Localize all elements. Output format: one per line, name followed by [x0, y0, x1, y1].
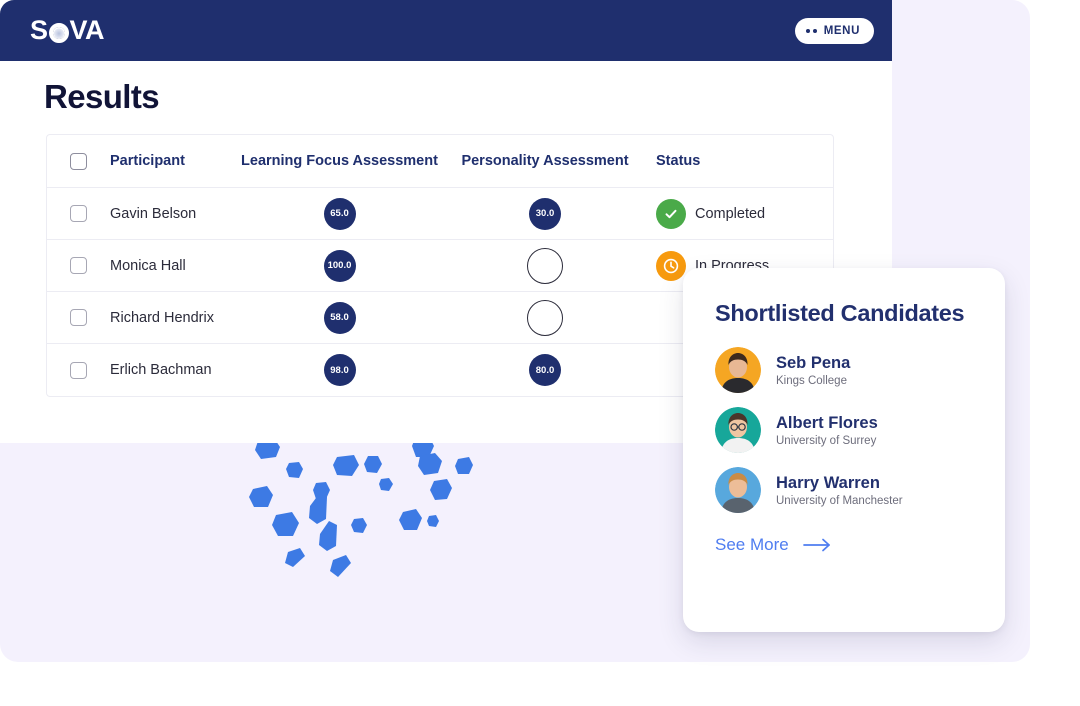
column-header-learning-focus: Learning Focus Assessment	[241, 153, 438, 169]
personality-score-badge: 30.0	[529, 197, 561, 230]
status-label: Completed	[695, 205, 766, 222]
logo-ring-icon	[48, 22, 69, 43]
status-completed-icon	[656, 198, 686, 229]
logo-text-after: VA	[69, 15, 105, 45]
row-select-checkbox[interactable]	[70, 361, 87, 379]
column-header-status: Status	[656, 153, 701, 169]
top-navigation-bar: S VA MENU	[0, 0, 892, 61]
shortlisted-candidates-card: Shortlisted Candidates Seb Pena Kings Col…	[683, 268, 1005, 632]
menu-button[interactable]: MENU	[794, 17, 874, 44]
select-all-cell	[47, 152, 110, 170]
learning-focus-score-badge: 65.0	[323, 197, 356, 230]
avatar	[715, 347, 761, 393]
row-select-checkbox[interactable]	[70, 257, 87, 274]
arrow-right-icon	[802, 538, 830, 552]
participant-name: Richard Hendrix	[110, 309, 214, 326]
candidate-name: Seb Pena	[776, 354, 851, 373]
logo-text-before: S	[30, 15, 48, 45]
candidate-organisation: University of Surrey	[776, 434, 877, 447]
candidate-organisation: University of Manchester	[776, 494, 903, 507]
candidate-name: Harry Warren	[776, 474, 880, 493]
sova-logo: S VA	[30, 15, 105, 46]
select-all-checkbox[interactable]	[70, 152, 87, 170]
column-header-participant: Participant	[110, 153, 185, 169]
table-header-row: Participant Learning Focus Assessment Pe…	[47, 135, 833, 188]
avatar	[715, 407, 761, 453]
app-screenshot: S VA MENU Results Participant Learning Fo…	[0, 0, 1080, 706]
personality-score-empty	[527, 299, 563, 336]
menu-button-label: MENU	[823, 24, 860, 37]
list-item[interactable]: Seb Pena Kings College	[715, 347, 973, 393]
see-more-label: See More	[715, 535, 789, 554]
status-in-progress-icon	[656, 250, 686, 281]
learning-focus-score-badge: 58.0	[323, 301, 356, 334]
personality-score-empty	[527, 247, 563, 284]
see-more-link[interactable]: See More	[715, 535, 973, 555]
row-select-checkbox[interactable]	[70, 309, 87, 326]
status-cell: Completed	[652, 198, 833, 229]
learning-focus-score-badge: 98.0	[323, 354, 356, 386]
column-header-personality: Personality Assessment	[461, 153, 629, 169]
participant-name: Gavin Belson	[110, 205, 197, 222]
card-title: Shortlisted Candidates	[715, 300, 965, 326]
personality-score-badge: 80.0	[529, 354, 561, 386]
participant-name: Monica Hall	[110, 257, 186, 274]
page-title: Results	[44, 78, 160, 115]
learning-focus-score-badge: 100.0	[323, 249, 356, 282]
list-item[interactable]: Harry Warren University of Manchester	[715, 467, 973, 513]
participant-name: Erlich Bachman	[110, 362, 212, 378]
list-item[interactable]: Albert Flores University of Surrey	[715, 407, 973, 453]
avatar	[715, 467, 761, 513]
candidate-name: Albert Flores	[776, 414, 878, 433]
row-select-checkbox[interactable]	[70, 205, 87, 222]
candidate-organisation: Kings College	[776, 374, 847, 387]
table-row: Gavin Belson 65.0 30.0 Completed	[47, 188, 833, 240]
menu-dots-icon	[805, 28, 817, 33]
